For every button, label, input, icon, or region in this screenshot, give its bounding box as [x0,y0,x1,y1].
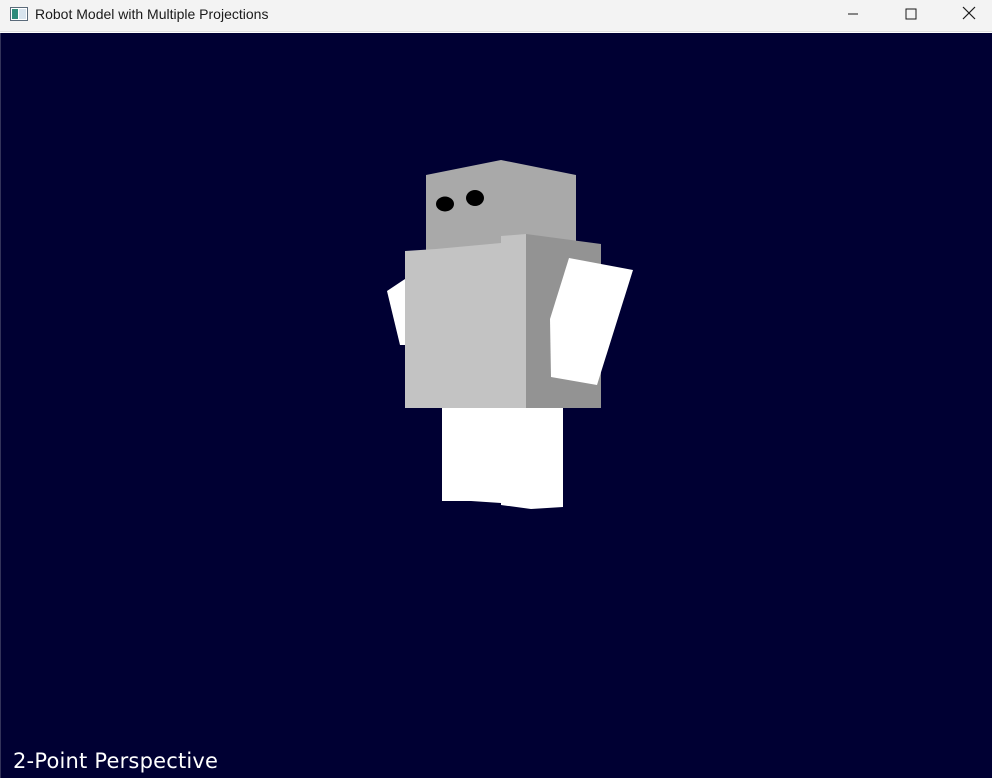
maximize-button[interactable] [888,0,934,31]
robot-body-front [405,234,526,408]
minimize-button[interactable] [830,0,876,31]
close-icon [962,6,976,25]
window-title: Robot Model with Multiple Projections [35,6,269,22]
robot-left-leg [442,407,501,503]
app-icon [10,7,28,21]
robot-scene [387,160,633,509]
projection-mode-label: 2-Point Perspective [13,749,219,773]
render-viewport[interactable]: 2-Point Perspective [0,33,992,778]
close-button[interactable] [946,0,992,31]
title-bar[interactable]: Robot Model with Multiple Projections [0,0,992,32]
robot-right-leg [501,407,563,509]
robot-left-eye [436,196,454,212]
app-window: Robot Model with Multiple Projections 2-… [0,0,992,778]
maximize-icon [905,7,917,25]
robot-left-arm [387,279,405,345]
minimize-icon [847,7,859,25]
robot-right-eye [466,190,484,206]
